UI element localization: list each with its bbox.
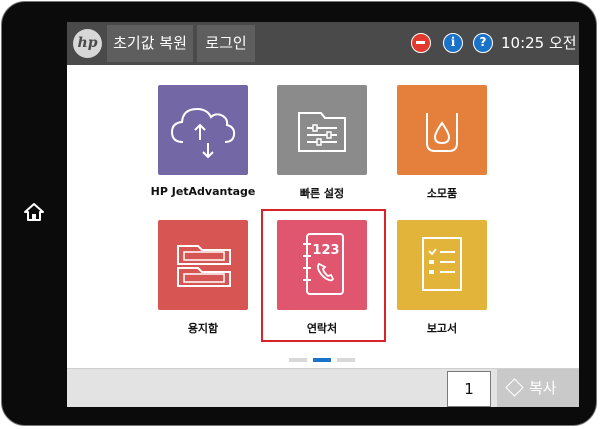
app-tile-quick-settings[interactable] — [277, 85, 367, 175]
settings-folder-icon — [298, 112, 346, 152]
clock: 10:25 오전 — [501, 34, 577, 52]
start-diamond-icon — [505, 378, 524, 397]
app-tile-trays[interactable] — [158, 220, 248, 310]
reset-defaults-button[interactable]: 초기값 복원 — [107, 25, 193, 62]
copy-button-label: 복사 — [529, 379, 557, 397]
page-indicator-dot[interactable] — [289, 358, 307, 362]
selection-highlight — [261, 209, 386, 342]
ink-drop-icon — [426, 113, 458, 152]
copies-count-field[interactable]: 1 — [447, 371, 491, 407]
app-label-reports: 보고서 — [426, 322, 458, 335]
app-label-supplies: 소모품 — [426, 187, 458, 200]
app-tile-jetadvantage[interactable] — [158, 85, 248, 175]
login-button[interactable]: 로그인 — [197, 25, 255, 62]
paper-tray-icon — [177, 245, 231, 287]
app-tile-reports[interactable] — [397, 220, 487, 310]
home-button[interactable] — [23, 202, 45, 222]
page-indicator-dot-active[interactable] — [313, 358, 331, 362]
copy-button[interactable]: 복사 — [497, 369, 579, 407]
control-panel-screen: hp 초기값 복원 로그인 i ? 10:25 오전 HP JetAdvanta… — [67, 22, 579, 407]
device-bezel: hp 초기값 복원 로그인 i ? 10:25 오전 HP JetAdvanta… — [1, 1, 597, 426]
app-tile-supplies[interactable] — [397, 85, 487, 175]
hp-logo: hp — [73, 29, 102, 58]
cloud-sync-icon — [170, 107, 236, 159]
page-indicator-dot[interactable] — [337, 358, 355, 362]
app-label-quick-settings: 빠른 설정 — [299, 187, 345, 200]
help-icon[interactable]: ? — [473, 33, 493, 53]
info-icon[interactable]: i — [443, 33, 463, 53]
stop-icon[interactable] — [411, 33, 431, 53]
bottom-bar: 1 복사 — [67, 368, 579, 407]
top-bar: hp 초기값 복원 로그인 i ? 10:25 오전 — [67, 22, 579, 65]
home-icon — [24, 203, 44, 221]
report-list-icon — [422, 237, 462, 291]
